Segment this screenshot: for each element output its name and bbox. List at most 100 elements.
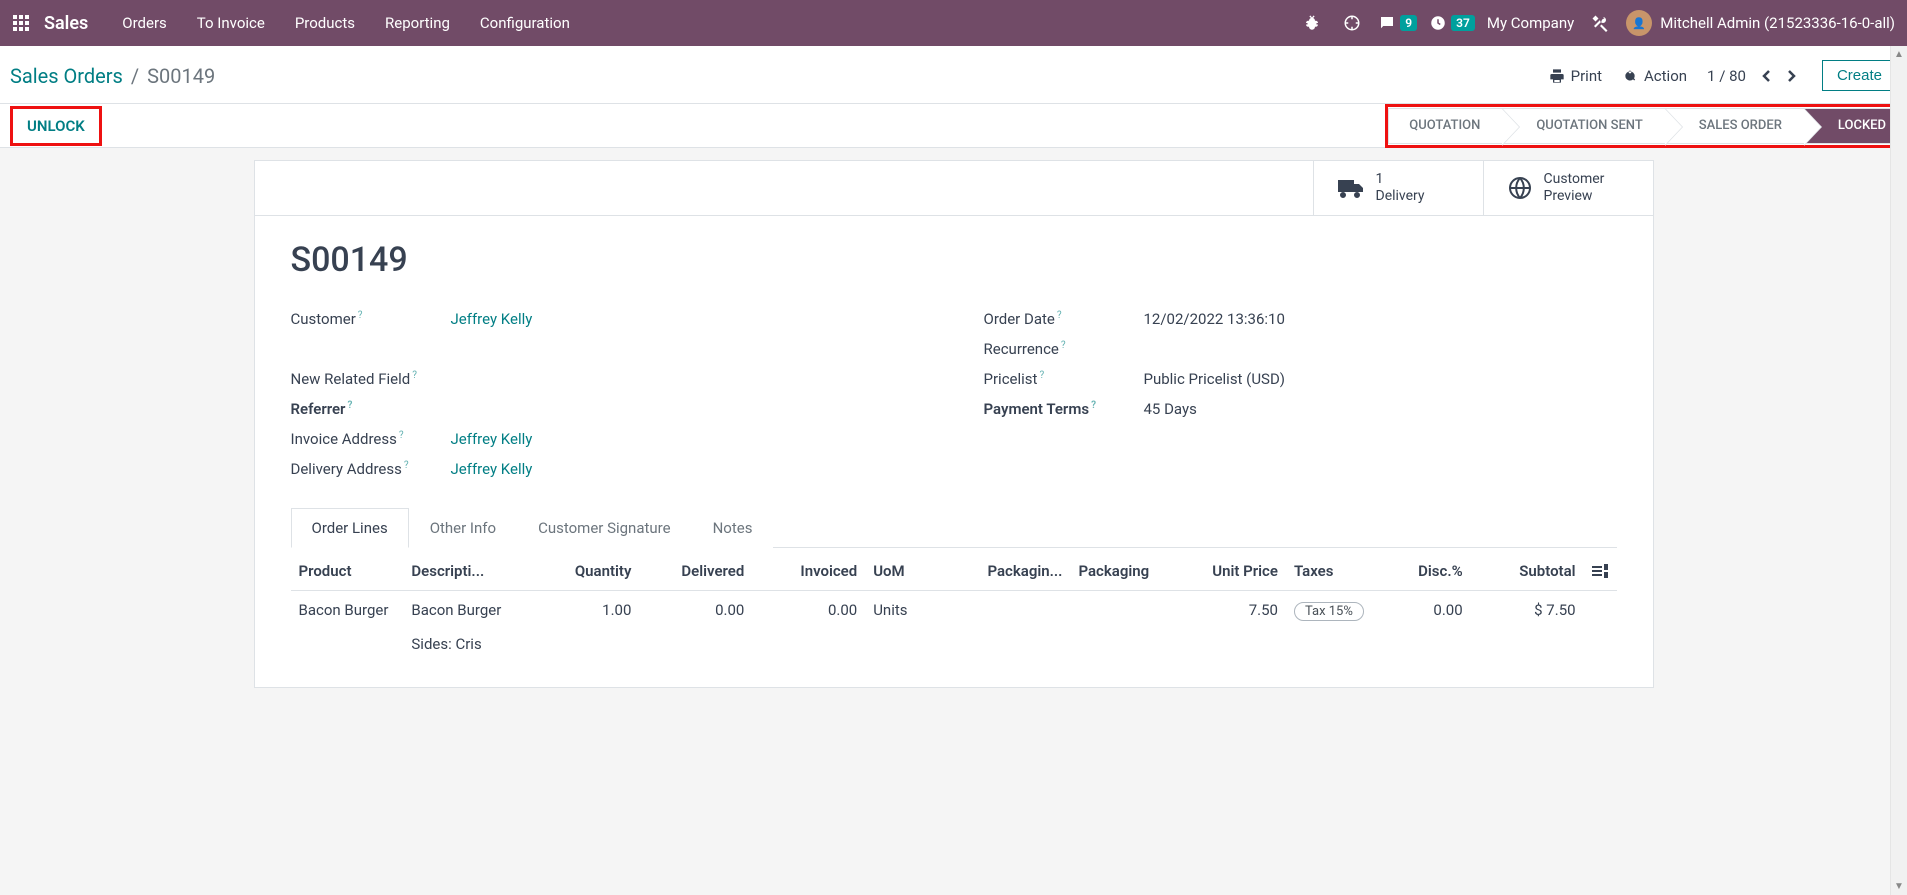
messages-indicator[interactable]: 9 [1378, 14, 1417, 32]
pager-next[interactable] [1780, 63, 1802, 89]
invoice-address-value[interactable]: Jeffrey Kelly [451, 430, 533, 448]
bug-icon[interactable] [1298, 14, 1326, 32]
record-title: S00149 [291, 240, 1617, 280]
menu-orders[interactable]: Orders [108, 4, 181, 42]
cell-subtotal: $ 7.50 [1471, 590, 1584, 663]
cell-description: Bacon Burger Sides: Cris [403, 590, 547, 663]
cell-packaging1 [937, 590, 1070, 663]
cell-disc: 0.00 [1378, 590, 1470, 663]
app-brand[interactable]: Sales [44, 13, 88, 34]
stage-quotation-sent[interactable]: QUOTATION SENT [1502, 108, 1664, 144]
pricelist-value: Public Pricelist (USD) [1144, 370, 1286, 388]
breadcrumb-link[interactable]: Sales Orders [10, 64, 123, 88]
th-product: Product [291, 552, 404, 591]
cell-product: Bacon Burger [291, 590, 404, 663]
th-disc: Disc.% [1378, 552, 1470, 591]
scroll-down-icon[interactable]: ▼ [1891, 878, 1907, 895]
print-button[interactable]: Print [1549, 67, 1602, 85]
cell-uom: Units [865, 590, 937, 663]
stat-buttons: 1 Delivery Customer Preview [255, 161, 1653, 216]
action-dropdown[interactable]: Action [1622, 67, 1687, 85]
username: Mitchell Admin (21523336-16-0-all) [1660, 14, 1895, 32]
delivery-address-value[interactable]: Jeffrey Kelly [451, 460, 533, 478]
th-taxes: Taxes [1286, 552, 1378, 591]
th-packaging1: Packagin... [937, 552, 1070, 591]
activities-count: 37 [1451, 15, 1475, 31]
th-unit-price: Unit Price [1173, 552, 1286, 591]
print-label: Print [1571, 67, 1602, 85]
tab-notes[interactable]: Notes [692, 508, 774, 548]
support-icon[interactable] [1338, 14, 1366, 32]
stat-delivery[interactable]: 1 Delivery [1313, 161, 1483, 215]
create-button[interactable]: Create [1822, 60, 1897, 91]
menu-to-invoice[interactable]: To Invoice [183, 4, 279, 42]
th-settings[interactable] [1584, 552, 1617, 591]
payment-terms-value: 45 Days [1144, 400, 1197, 418]
cell-unit-price: 7.50 [1173, 590, 1286, 663]
topbar-right: 9 37 My Company 👤 Mitchell Admin (215233… [1298, 10, 1903, 36]
breadcrumb-current: S00149 [147, 64, 215, 88]
cell-invoiced: 0.00 [752, 590, 865, 663]
pricelist-label: Pricelist? [984, 370, 1144, 388]
menu-configuration[interactable]: Configuration [466, 4, 584, 42]
stat-preview[interactable]: Customer Preview [1483, 161, 1653, 215]
th-uom: UoM [865, 552, 937, 591]
cell-quantity: 1.00 [547, 590, 639, 663]
apps-icon[interactable] [4, 6, 38, 40]
scrollbar[interactable]: ▲ ▼ [1890, 46, 1907, 895]
tab-customer-signature[interactable]: Customer Signature [517, 508, 692, 548]
order-lines-table: Product Descripti... Quantity Delivered … [291, 552, 1617, 663]
action-bar: Sales Orders / S00149 Print Action 1 / 8… [0, 46, 1907, 104]
stage-quotation[interactable]: QUOTATION [1388, 108, 1502, 144]
table-row[interactable]: Bacon Burger Bacon Burger Sides: Cris 1.… [291, 590, 1617, 663]
tax-chip: Tax 15% [1294, 602, 1364, 621]
th-description: Descripti... [403, 552, 547, 591]
status-bar: UNLOCK QUOTATION QUOTATION SENT SALES OR… [0, 104, 1907, 148]
globe-icon [1508, 176, 1532, 200]
preview-l1: Customer [1544, 171, 1605, 188]
menu-reporting[interactable]: Reporting [371, 4, 464, 42]
tab-other-info[interactable]: Other Info [409, 508, 517, 548]
menu-products[interactable]: Products [281, 4, 369, 42]
recurrence-label: Recurrence? [984, 340, 1144, 358]
unlock-button[interactable]: UNLOCK [13, 109, 99, 143]
pager-text: 1 / 80 [1707, 67, 1746, 85]
customer-value[interactable]: Jeffrey Kelly [451, 310, 533, 328]
scroll-up-icon[interactable]: ▲ [1891, 46, 1907, 63]
payment-terms-label: Payment Terms? [984, 400, 1144, 418]
th-quantity: Quantity [547, 552, 639, 591]
delivery-label: Delivery [1376, 188, 1425, 205]
order-date-label: Order Date? [984, 310, 1144, 328]
breadcrumb-sep: / [131, 64, 139, 88]
tabs: Order Lines Other Info Customer Signatur… [291, 508, 1617, 548]
stage-sales-order[interactable]: SALES ORDER [1665, 108, 1804, 144]
company-selector[interactable]: My Company [1487, 14, 1574, 32]
tools-icon[interactable] [1586, 14, 1614, 32]
new-related-label: New Related Field? [291, 370, 451, 388]
th-subtotal: Subtotal [1471, 552, 1584, 591]
tab-order-lines[interactable]: Order Lines [291, 508, 409, 548]
user-menu[interactable]: 👤 Mitchell Admin (21523336-16-0-all) [1626, 10, 1895, 36]
referrer-label: Referrer? [291, 400, 451, 418]
cell-packaging2 [1070, 590, 1173, 663]
th-delivered: Delivered [639, 552, 752, 591]
customer-label: Customer? [291, 310, 451, 328]
top-menu: Orders To Invoice Products Reporting Con… [108, 4, 584, 42]
form-col-right: Order Date? 12/02/2022 13:36:10 Recurren… [984, 304, 1617, 484]
activities-indicator[interactable]: 37 [1429, 14, 1475, 32]
avatar: 👤 [1626, 10, 1652, 36]
delivery-address-label: Delivery Address? [291, 460, 451, 478]
messages-count: 9 [1400, 15, 1417, 31]
th-invoiced: Invoiced [752, 552, 865, 591]
pager: 1 / 80 [1707, 63, 1802, 89]
top-navbar: Sales Orders To Invoice Products Reporti… [0, 0, 1907, 46]
action-label: Action [1644, 67, 1687, 85]
preview-l2: Preview [1544, 188, 1605, 205]
invoice-address-label: Invoice Address? [291, 430, 451, 448]
order-date-value: 12/02/2022 13:36:10 [1144, 310, 1285, 328]
pager-prev[interactable] [1756, 63, 1778, 89]
cell-taxes: Tax 15% [1286, 590, 1378, 663]
form-sheet: 1 Delivery Customer Preview S00149 C [254, 160, 1654, 688]
cell-delivered: 0.00 [639, 590, 752, 663]
th-packaging2: Packaging [1070, 552, 1173, 591]
